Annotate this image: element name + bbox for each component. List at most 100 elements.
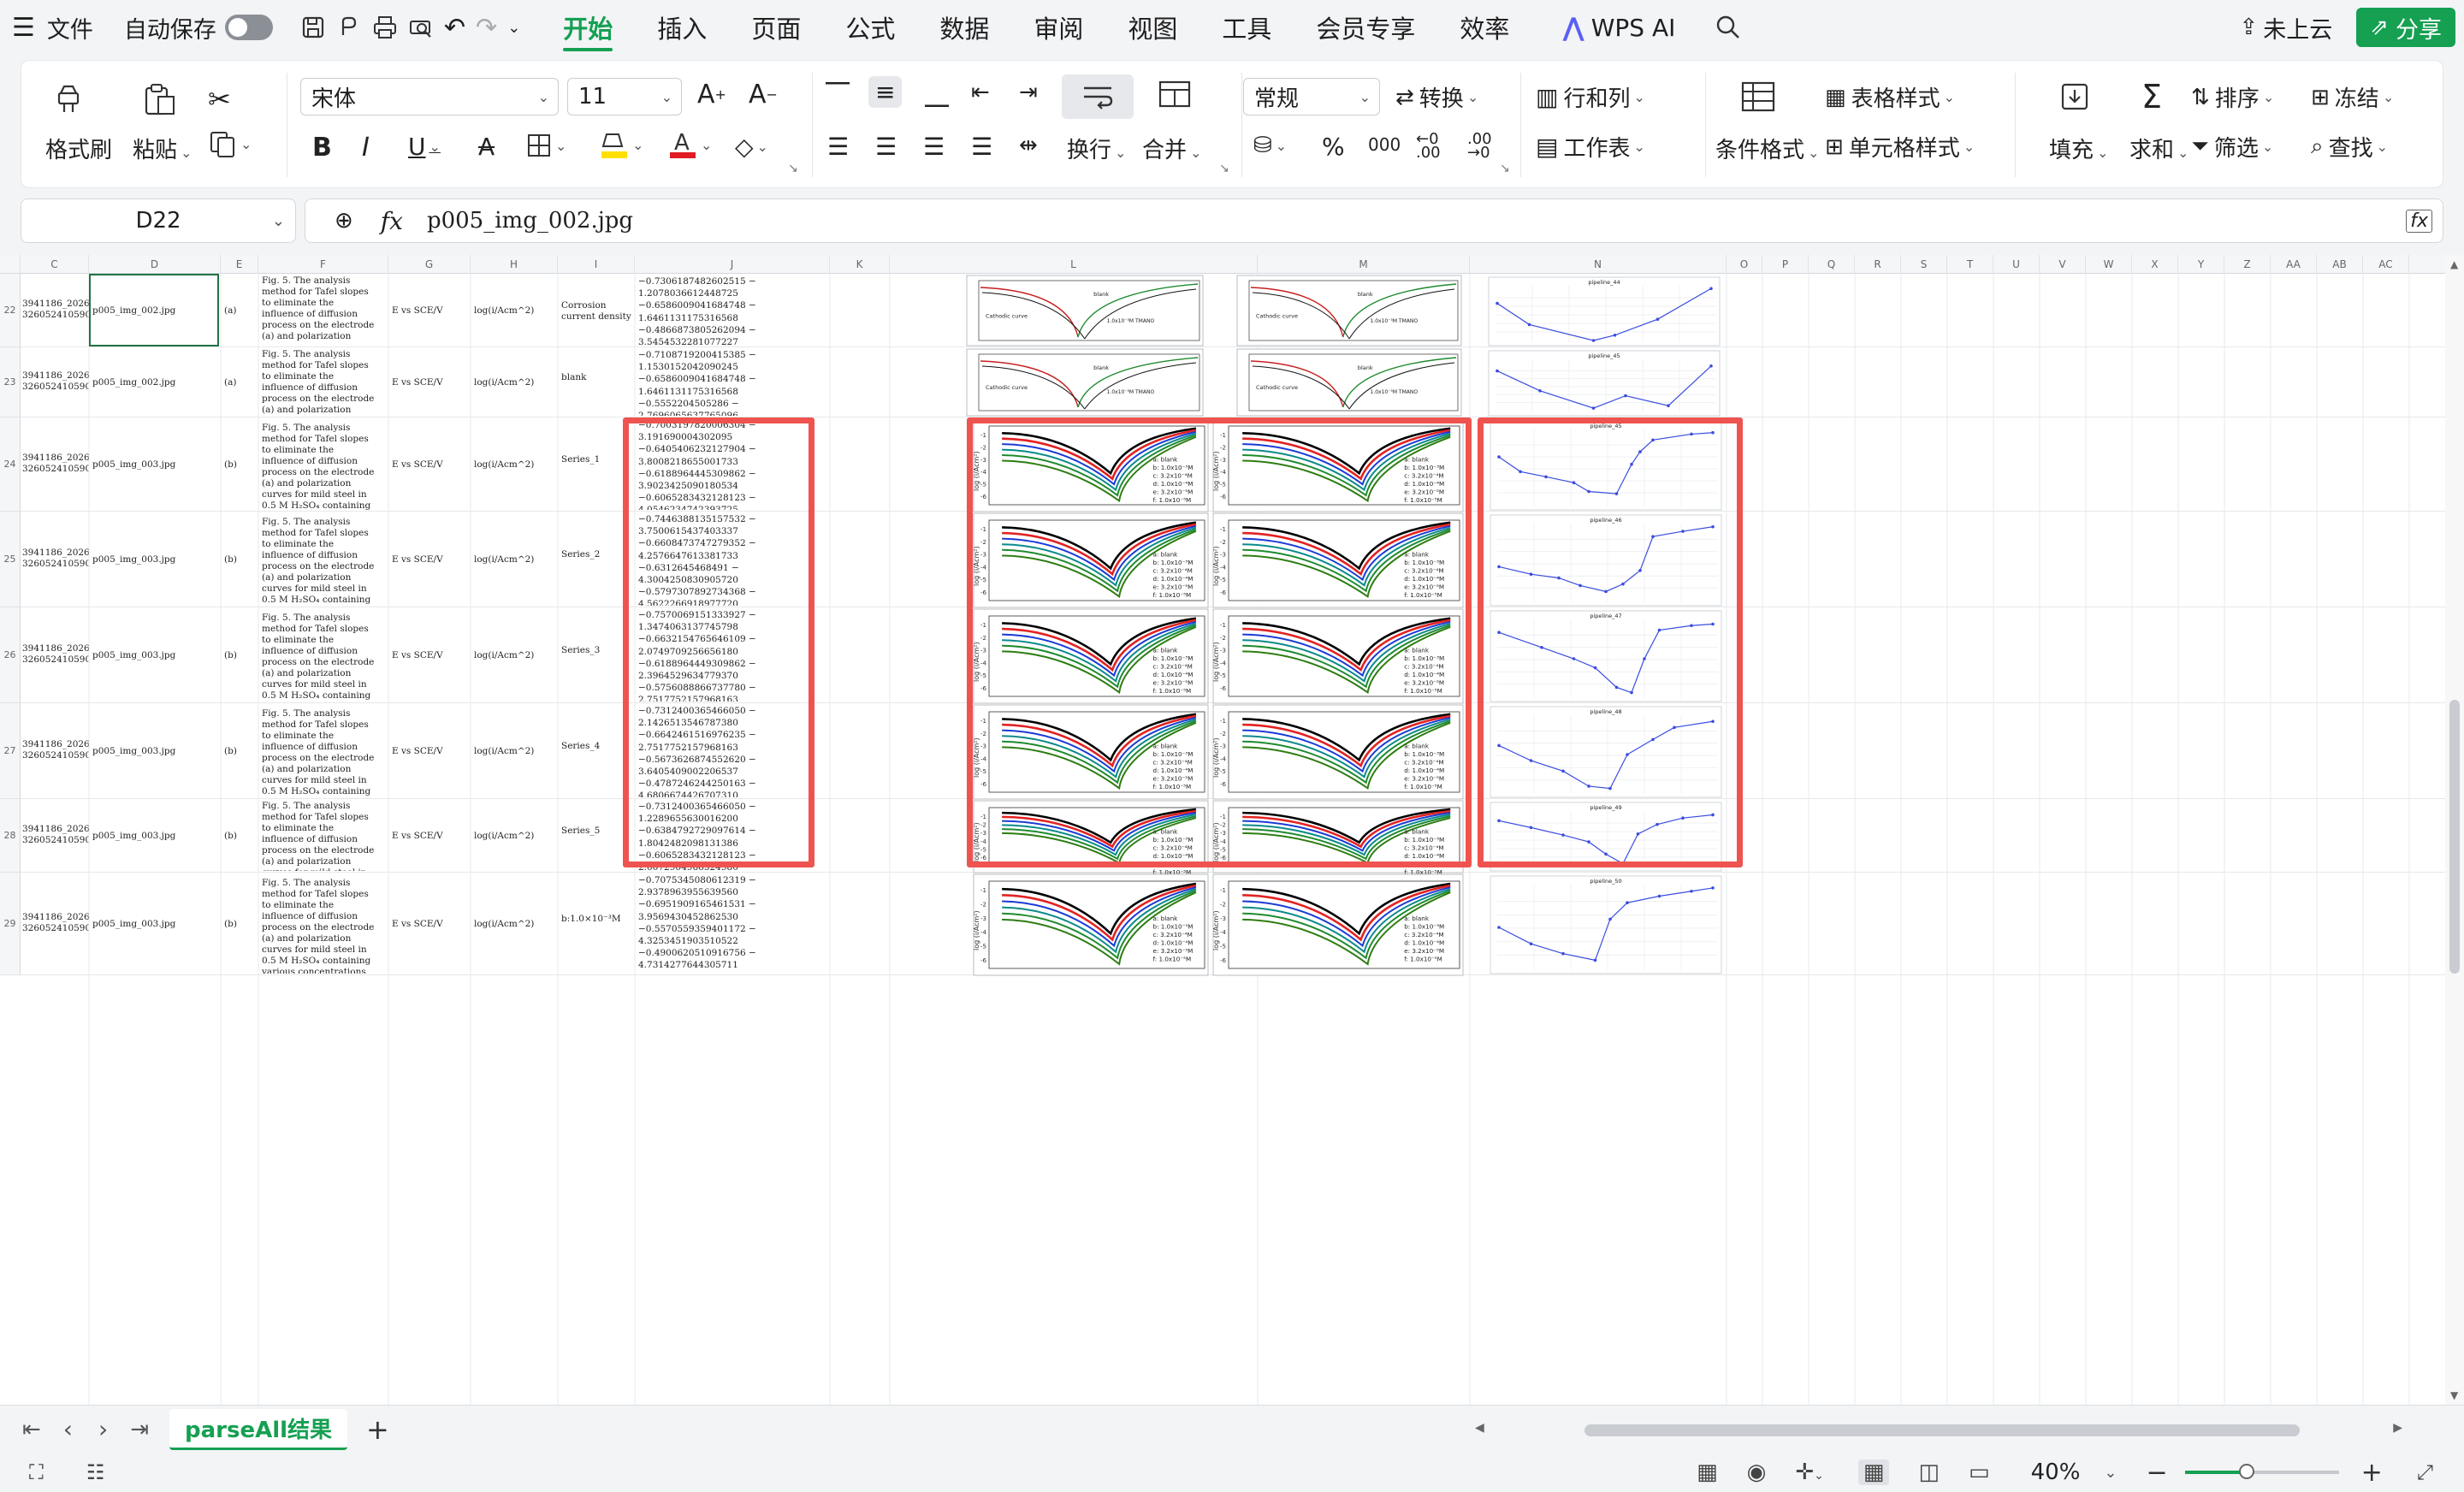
cell-i[interactable]: Series_1 [561, 454, 635, 510]
sort-button[interactable]: ⇅ 排序 ⌄ [2191, 81, 2274, 113]
page-break-view-icon[interactable]: ▭ [1969, 1459, 1990, 1485]
cell-j[interactable]: −0.7312400365466050 − 1.2289655630016200… [638, 801, 828, 871]
cell-f[interactable]: Fig. 5. The analysis method for Tafel sl… [262, 517, 388, 606]
increase-font-size-icon[interactable]: A + [697, 80, 726, 110]
scroll-down-icon[interactable]: ▼ [2450, 1389, 2458, 1401]
column-header-i[interactable]: I [558, 255, 635, 274]
prev-sheet-icon[interactable]: ‹ [63, 1415, 73, 1443]
bold-icon[interactable]: B [312, 133, 332, 163]
cell-f[interactable]: Fig. 5. The analysis method for Tafel sl… [262, 708, 388, 797]
tab-member[interactable]: 会员专享 [1294, 0, 1437, 55]
column-header-r[interactable]: R [1855, 255, 1901, 274]
decrease-decimal-icon[interactable]: .00 →0 [1467, 132, 1492, 161]
expand-formula-icon[interactable]: fx [2406, 209, 2432, 233]
percent-icon[interactable]: % [1322, 133, 1345, 161]
align-middle-icon[interactable]: ≡ [868, 76, 903, 108]
merge-cells-icon[interactable] [1158, 80, 1192, 109]
redo-icon[interactable]: ↷ [471, 0, 502, 55]
row-header[interactable]: 27 [0, 703, 21, 799]
cell-h[interactable]: log(i/Acm^2) [474, 459, 558, 510]
column-header-w[interactable]: W [2086, 255, 2132, 274]
tab-efficiency[interactable]: 效率 [1437, 0, 1531, 55]
cell-h[interactable]: log(i/Acm^2) [474, 554, 558, 606]
column-header-u[interactable]: U [1993, 255, 2040, 274]
zoom-formula-icon[interactable]: ⊕ [335, 208, 353, 234]
eye-protection-icon[interactable]: ◉ [1747, 1459, 1767, 1485]
cell-d[interactable]: p005_img_003.jpg [92, 831, 219, 871]
cell-f[interactable]: Fig. 5. The analysis method for Tafel sl… [262, 613, 388, 702]
reading-mode-icon[interactable]: ✛⌄ [1795, 1459, 1824, 1485]
wps-ai-button[interactable]: ⋀ WPS AI [1557, 0, 1680, 55]
table-view-icon[interactable]: ▦ [1697, 1459, 1718, 1485]
font-dialog-launcher-icon[interactable]: ↘ [788, 162, 798, 175]
cell-i[interactable]: b:1.0×10⁻³M [561, 914, 635, 974]
sum-icon[interactable]: Σ [2141, 78, 2162, 115]
conditional-format-icon[interactable] [1739, 80, 1777, 114]
column-header-h[interactable]: H [471, 255, 558, 274]
row-header[interactable]: 23 [0, 347, 21, 417]
cell-j[interactable]: −0.7108719200415385 − 1.1530152042090245… [638, 349, 828, 416]
column-header-o[interactable]: O [1727, 255, 1762, 274]
cell-e[interactable]: (b) [224, 650, 258, 702]
column-header-n[interactable]: N [1470, 255, 1727, 274]
fx-icon[interactable]: fx [381, 207, 403, 235]
tab-review[interactable]: 审阅 [1011, 0, 1105, 55]
conditional-format-label[interactable]: 条件格式 ⌄ [1715, 133, 1819, 164]
cell-h[interactable]: log(i/Acm^2) [474, 746, 558, 797]
cell-g[interactable]: E vs SCE/V [392, 377, 471, 416]
currency-icon[interactable]: ⛁ ⌄ [1253, 133, 1287, 158]
copy-icon[interactable]: ⌄ [208, 129, 252, 158]
share-button[interactable]: ⇗ 分享 [2356, 8, 2455, 47]
column-header-y[interactable]: Y [2178, 255, 2224, 274]
column-header-e[interactable]: E [221, 255, 258, 274]
cell-c[interactable]: 3941186_2026 326052410590 [22, 739, 89, 797]
column-header-x[interactable]: X [2132, 255, 2178, 274]
formula-input[interactable]: ⊕ fx p005_img_002.jpg fx [305, 198, 2443, 243]
zoom-level[interactable]: 40% [2031, 1459, 2081, 1485]
scroll-right-icon[interactable]: ▶ [2393, 1421, 2402, 1435]
cell-c[interactable]: 3941186_2026 326052410590 [22, 453, 89, 510]
export-pdf-icon[interactable] [331, 0, 367, 55]
strikethrough-icon[interactable]: A [478, 133, 495, 161]
cell-i[interactable]: Series_5 [561, 826, 635, 871]
format-painter-icon[interactable] [52, 83, 86, 117]
autosave[interactable]: 自动保存 [119, 0, 278, 55]
cell-j[interactable]: −0.7446388135157532 − 3.7500615437403337… [638, 513, 828, 606]
normal-view-icon[interactable]: ▦ [1857, 1459, 1890, 1485]
merge-cells-label[interactable]: 合并 ⌄ [1142, 133, 1201, 164]
row-header[interactable]: 26 [0, 607, 21, 703]
name-box[interactable]: D22 ⌄ [21, 198, 296, 243]
cell-g[interactable]: E vs SCE/V [392, 746, 471, 797]
search-icon[interactable] [1709, 0, 1747, 55]
scroll-thumb[interactable] [2449, 700, 2460, 974]
thousands-separator-icon[interactable]: 000 [1368, 134, 1401, 155]
column-header-c[interactable]: C [21, 255, 89, 274]
font-name-select[interactable]: 宋体 ⌄ [300, 78, 559, 115]
align-center-icon[interactable]: ☰ [875, 133, 897, 161]
cell-h[interactable]: log(i/Acm^2) [474, 377, 558, 416]
cell-f[interactable]: Fig. 5. The analysis method for Tafel sl… [262, 349, 388, 416]
row-header[interactable]: 25 [0, 512, 21, 607]
cell-e[interactable]: (a) [224, 305, 258, 346]
column-header-k[interactable]: K [830, 255, 890, 274]
menu-button[interactable]: ☰ 文件 [0, 0, 98, 55]
cell-g[interactable]: E vs SCE/V [392, 554, 471, 606]
decrease-font-size-icon[interactable]: A − [749, 80, 778, 110]
column-header-j[interactable]: J [635, 255, 830, 274]
column-header-t[interactable]: T [1947, 255, 1993, 274]
sheet-tab-parseall[interactable]: parseAll结果 [169, 1408, 348, 1450]
cell-e[interactable]: (a) [224, 377, 258, 416]
wrap-text-icon[interactable] [1062, 74, 1134, 119]
hscroll-thumb[interactable] [1584, 1424, 2300, 1436]
align-bottom-icon[interactable]: ⎽ [925, 80, 949, 109]
table-style-button[interactable]: ▦ 表格样式 ⌄ [1825, 81, 1955, 113]
column-header-d[interactable]: D [89, 255, 221, 274]
align-top-icon[interactable]: ⎺ [826, 80, 850, 109]
cell-g[interactable]: E vs SCE/V [392, 650, 471, 702]
cell-f[interactable]: Fig. 5. The analysis method for Tafel sl… [262, 878, 388, 974]
cell-j[interactable]: −0.7306187482602515 − 1.2078036612448725… [638, 275, 828, 346]
cell-g[interactable]: E vs SCE/V [392, 831, 471, 871]
cell-i[interactable]: Series_4 [561, 741, 635, 797]
font-size-select[interactable]: 11 ⌄ [567, 78, 682, 115]
fill-icon[interactable] [2058, 80, 2092, 114]
